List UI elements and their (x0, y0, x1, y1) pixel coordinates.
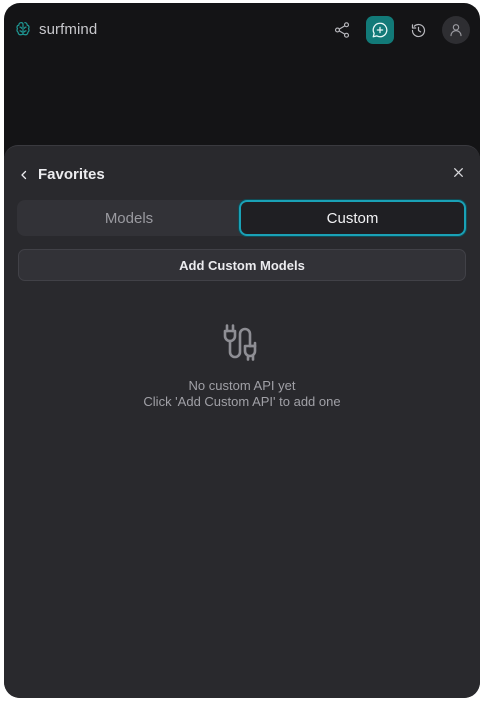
brain-icon (14, 20, 32, 38)
close-icon (453, 167, 463, 177)
avatar-button[interactable] (442, 16, 470, 44)
chevron-left-icon (21, 170, 27, 179)
tab-custom[interactable]: Custom (239, 200, 466, 236)
user-icon (450, 24, 462, 37)
empty-state: No custom API yet Click 'Add Custom API'… (4, 322, 480, 410)
plug-icon (223, 324, 257, 361)
back-button[interactable]: Favorites (18, 166, 105, 183)
new-chat-button[interactable] (366, 16, 394, 44)
tab-models[interactable]: Models (17, 200, 241, 236)
new-chat-icon (372, 22, 388, 38)
app-window: surfmind Favorites Models Custom Add Cus… (4, 3, 480, 698)
close-button[interactable] (448, 162, 468, 182)
brand: surfmind (14, 20, 97, 38)
app-header: surfmind (4, 3, 480, 57)
share-button[interactable] (328, 16, 356, 44)
history-button[interactable] (404, 16, 432, 44)
empty-state-title: No custom API yet (188, 378, 296, 393)
share-icon (334, 22, 350, 38)
tab-bar: Models Custom (17, 200, 466, 236)
add-custom-models-button[interactable]: Add Custom Models (18, 249, 466, 281)
empty-state-hint: Click 'Add Custom API' to add one (143, 394, 341, 409)
brand-name: surfmind (39, 20, 98, 38)
history-icon (411, 23, 425, 37)
panel-title: Favorites (38, 166, 105, 183)
favorites-panel: Favorites Models Custom Add Custom Model… (4, 145, 480, 698)
